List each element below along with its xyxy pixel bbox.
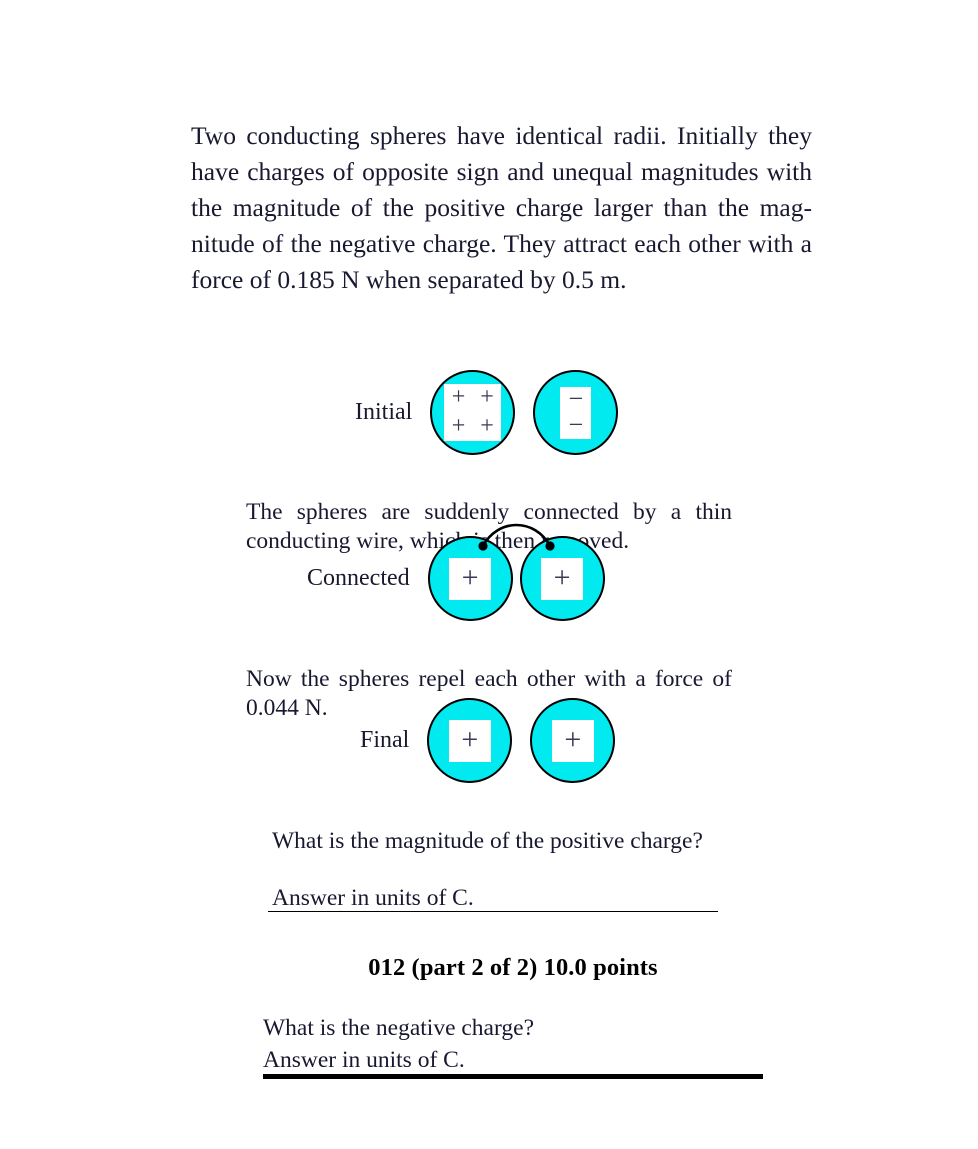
charge-box-plus-one: + bbox=[448, 719, 491, 762]
answer-units-1-text: Answer in units of C. bbox=[272, 884, 474, 911]
answer-units-2: Answer in units of C. bbox=[263, 1046, 465, 1073]
diagram-label-connected: Connected bbox=[307, 565, 410, 591]
charge-symbol-plus: + bbox=[553, 560, 571, 594]
sphere-negative-initial: − − bbox=[533, 370, 619, 455]
charge-symbol-plus: + bbox=[451, 384, 466, 411]
diagram-initial: Initial + + + + − − bbox=[355, 370, 619, 455]
charge-box-plus-one: + bbox=[449, 557, 492, 600]
sphere-left-final: + bbox=[427, 698, 513, 783]
question-part-1: What is the magnitude of the positive ch… bbox=[246, 827, 732, 857]
charge-symbol-plus: + bbox=[480, 384, 494, 411]
section-divider-thin bbox=[268, 911, 718, 912]
charge-symbol-plus: + bbox=[564, 722, 582, 756]
charge-box-plus-one: + bbox=[541, 557, 584, 600]
sphere-left-connected: + bbox=[427, 536, 513, 621]
charge-symbol-plus: + bbox=[451, 412, 466, 439]
charge-symbol-plus: + bbox=[461, 722, 479, 756]
diagram-label-initial: Initial bbox=[355, 399, 413, 425]
charge-symbol-plus: + bbox=[480, 412, 494, 439]
sphere-pair-initial: + + + + − − bbox=[430, 370, 619, 455]
charge-symbol-minus: − bbox=[568, 409, 584, 439]
charge-symbol-minus: − bbox=[568, 383, 584, 413]
diagram-final: Final + + bbox=[360, 698, 616, 783]
charge-symbol-plus: + bbox=[461, 560, 479, 594]
problem-heading-part-2: 012 (part 2 of 2) 10.0 points bbox=[368, 954, 658, 981]
charge-box-plus-one: + bbox=[551, 719, 594, 762]
diagram-label-final: Final bbox=[360, 727, 410, 753]
section-divider-thick bbox=[263, 1074, 763, 1079]
charge-box-plus-four: + + + + bbox=[444, 384, 502, 441]
sphere-pair-final: + + bbox=[427, 698, 616, 783]
intro-paragraph: Two conducting spheres have identical ra… bbox=[191, 120, 812, 294]
document-page: Two conducting spheres have identical ra… bbox=[0, 0, 978, 1149]
diagram-connected: Connected + + bbox=[307, 523, 605, 621]
question-part-1-text: What is the magnitude of the positive ch… bbox=[272, 827, 703, 854]
sphere-positive-initial: + + + + bbox=[430, 370, 516, 455]
question-part-2: What is the negative charge? bbox=[263, 1014, 534, 1041]
sphere-right-connected: + bbox=[519, 536, 605, 621]
sphere-pair-connected: + + bbox=[427, 523, 605, 621]
answer-units-1: Answer in units of C. bbox=[246, 884, 732, 914]
sphere-right-final: + bbox=[530, 698, 616, 783]
charge-box-minus-two: − − bbox=[560, 383, 592, 439]
